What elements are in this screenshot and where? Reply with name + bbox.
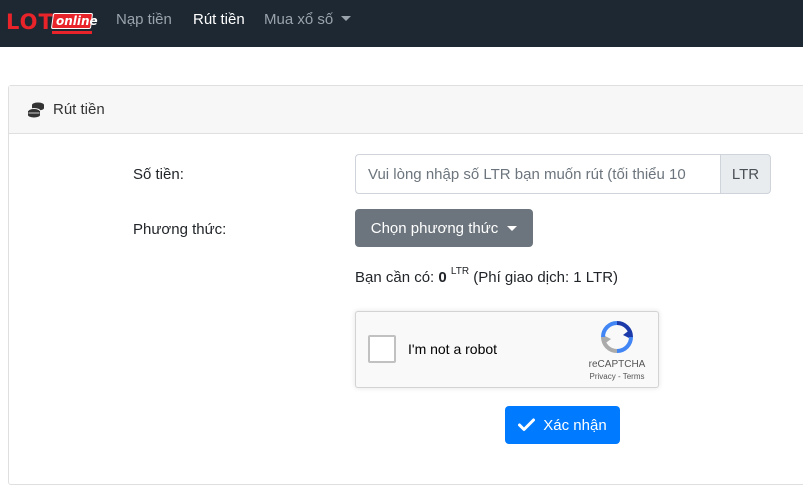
chevron-down-icon bbox=[507, 225, 518, 231]
amount-label: Số tiền: bbox=[133, 166, 184, 183]
recaptcha-checkbox[interactable] bbox=[368, 335, 396, 363]
nav-item-buy-lottery-label: Mua xổ số bbox=[264, 11, 334, 28]
recaptcha-widget: I'm not a robot reCAPTCHA Privacy - Term… bbox=[355, 311, 659, 388]
site-logo[interactable]: LOT online bbox=[6, 9, 98, 35]
confirm-button-label: Xác nhận bbox=[543, 416, 607, 434]
check-icon bbox=[518, 418, 536, 431]
recaptcha-terms-link[interactable]: Privacy - Terms bbox=[582, 372, 652, 381]
fee-text: (Phí giao dịch: 1 LTR) bbox=[469, 269, 619, 286]
top-navbar: LOT online Nạp tiền Rút tiền Mua xổ số bbox=[0, 0, 803, 47]
recaptcha-logo-icon bbox=[601, 321, 633, 353]
amount-input[interactable] bbox=[355, 154, 720, 194]
method-dropdown-button[interactable]: Chọn phương thức bbox=[355, 209, 533, 247]
amount-unit-addon: LTR bbox=[720, 154, 771, 194]
logo-text: LOT bbox=[6, 10, 54, 34]
method-dropdown-label: Chọn phương thức bbox=[370, 219, 499, 237]
withdraw-card: Rút tiền Số tiền: LTR Phương thức: Chọn … bbox=[8, 85, 803, 485]
recaptcha-label: I'm not a robot bbox=[408, 341, 498, 357]
method-label: Phương thức: bbox=[133, 221, 227, 238]
required-amount: 0 bbox=[438, 269, 447, 286]
recaptcha-brand: reCAPTCHA bbox=[588, 359, 646, 370]
card-header: Rút tiền bbox=[9, 86, 803, 134]
required-amount-line: Bạn cần có: 0 LTR (Phí giao dịch: 1 LTR) bbox=[355, 266, 618, 286]
card-title: Rút tiền bbox=[53, 101, 105, 118]
logo-underline bbox=[52, 31, 92, 34]
nav-item-buy-lottery[interactable]: Mua xổ số bbox=[264, 10, 352, 30]
logo-badge-text: online bbox=[56, 14, 98, 28]
amount-input-group: LTR bbox=[355, 154, 771, 194]
nav-item-withdraw[interactable]: Rút tiền bbox=[193, 10, 245, 30]
nav-item-deposit[interactable]: Nạp tiền bbox=[116, 10, 172, 30]
confirm-button[interactable]: Xác nhận bbox=[505, 406, 620, 444]
required-prefix: Bạn cần có: bbox=[355, 269, 439, 286]
coins-icon bbox=[27, 102, 44, 117]
required-unit: LTR bbox=[450, 266, 470, 277]
chevron-down-icon bbox=[341, 16, 352, 21]
